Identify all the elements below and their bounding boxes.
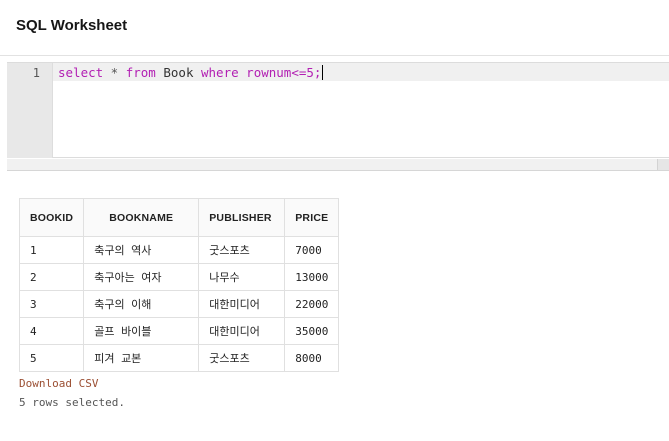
table-row: 2 축구아는 여자 나무수 13000: [18, 263, 340, 291]
sql-editor[interactable]: 1 select * from Book where rownum<=5;: [7, 62, 669, 158]
cell-publisher: 굿스포츠: [198, 236, 286, 264]
token-star: *: [103, 65, 126, 80]
cell-publisher: 나무수: [198, 263, 286, 291]
keyword-select: select: [58, 65, 104, 80]
page-title: SQL Worksheet: [16, 17, 128, 34]
cell-bookid: 1: [18, 236, 85, 264]
cell-publisher: 대한미디어: [198, 317, 286, 345]
download-csv-link[interactable]: Download CSV: [19, 377, 98, 390]
column-header-bookname: BOOKNAME: [83, 198, 200, 237]
text-cursor: [322, 65, 324, 80]
keyword-where: where: [201, 65, 239, 80]
line-number: 1: [32, 66, 40, 80]
cell-price: 22000: [284, 290, 340, 318]
table-row: 3 축구의 이해 대한미디어 22000: [18, 290, 340, 318]
cell-price: 13000: [284, 263, 340, 291]
line-number-gutter: 1: [7, 63, 53, 158]
cell-bookid: 4: [18, 317, 85, 345]
pane-resize-handle[interactable]: [7, 159, 669, 171]
cell-bookname: 축구아는 여자: [83, 263, 200, 291]
resize-grip[interactable]: [657, 159, 669, 170]
cell-bookid: 2: [18, 263, 85, 291]
keyword-from: from: [125, 65, 156, 80]
column-header-publisher: PUBLISHER: [198, 198, 286, 237]
cell-bookid: 3: [18, 290, 85, 318]
cell-bookname: 피겨 교본: [83, 344, 200, 372]
cell-price: 7000: [284, 236, 340, 264]
cell-publisher: 굿스포츠: [198, 344, 286, 372]
table-header-row: BOOKID BOOKNAME PUBLISHER PRICE: [18, 198, 340, 237]
rows-selected-status: 5 rows selected.: [19, 396, 125, 409]
table-row: 5 피겨 교본 굿스포츠 8000: [18, 344, 340, 372]
column-header-price: PRICE: [284, 198, 340, 237]
cell-bookid: 5: [18, 344, 85, 372]
cell-bookname: 축구의 이해: [83, 290, 200, 318]
cell-publisher: 대한미디어: [198, 290, 286, 318]
results-table: BOOKID BOOKNAME PUBLISHER PRICE 1 축구의 역사…: [18, 198, 340, 372]
cell-bookname: 축구의 역사: [83, 236, 200, 264]
worksheet-header: SQL Worksheet: [0, 0, 669, 56]
cell-bookname: 골프 바이블: [83, 317, 200, 345]
cell-price: 8000: [284, 344, 340, 372]
column-header-bookid: BOOKID: [18, 198, 85, 237]
table-row: 1 축구의 역사 굿스포츠 7000: [18, 236, 340, 264]
cell-price: 35000: [284, 317, 340, 345]
token-condition: rownum<=5;: [238, 65, 322, 80]
token-table: Book: [155, 65, 201, 80]
table-row: 4 골프 바이블 대한미디어 35000: [18, 317, 340, 345]
code-line[interactable]: select * from Book where rownum<=5;: [58, 65, 324, 81]
